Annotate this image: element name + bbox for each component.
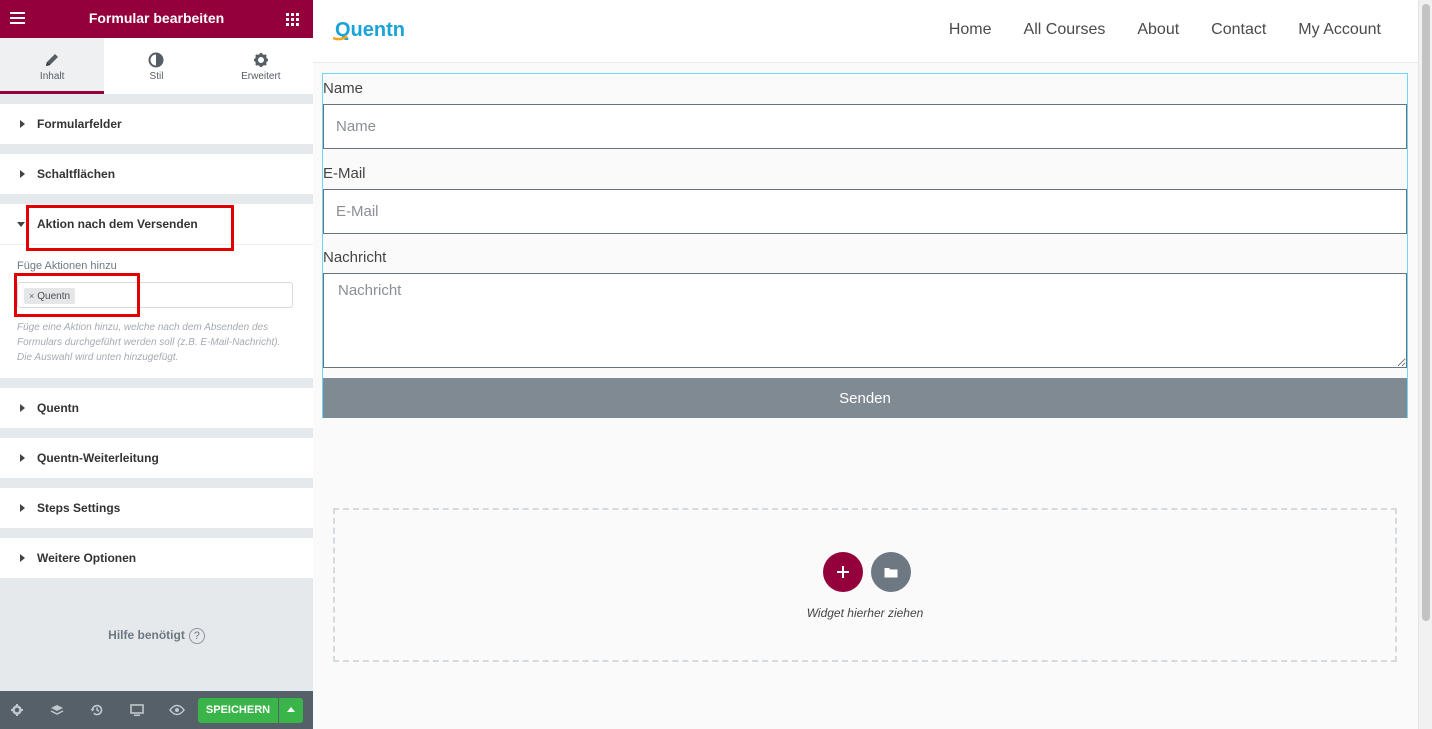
tab-label: Erweitert bbox=[241, 71, 281, 82]
section-title: Weitere Optionen bbox=[37, 551, 137, 565]
widget-dropzone[interactable]: Widget hierher ziehen bbox=[333, 508, 1397, 662]
help-link[interactable]: Hilfe benötigt? bbox=[0, 628, 313, 644]
section-formularfelder[interactable]: Formularfelder bbox=[0, 104, 313, 144]
section-actions-body: Füge Aktionen hinzu × Quentn Füge eine Ak… bbox=[0, 244, 313, 378]
section-title: Quentn bbox=[37, 401, 79, 415]
chip-label: Quentn bbox=[37, 291, 71, 302]
section-quentn[interactable]: Quentn bbox=[0, 388, 313, 428]
section-weitere-optionen[interactable]: Weitere Optionen bbox=[0, 538, 313, 578]
caret-right-icon bbox=[20, 120, 25, 128]
section-title: Formularfelder bbox=[37, 117, 122, 131]
section-title: Aktion nach dem Versenden bbox=[37, 217, 198, 231]
history-icon[interactable] bbox=[89, 702, 105, 718]
section-title: Schaltflächen bbox=[37, 167, 116, 181]
actions-description: Füge eine Aktion hinzu, welche nach dem … bbox=[17, 322, 281, 363]
question-icon: ? bbox=[188, 628, 205, 644]
layers-icon[interactable] bbox=[49, 702, 65, 718]
editor-panel: Formular bearbeiten Inhalt Stil Erweiter… bbox=[0, 0, 313, 729]
gear-icon bbox=[253, 53, 268, 67]
caret-right-icon bbox=[20, 170, 25, 178]
main-nav: Home All Courses About Contact My Accoun… bbox=[917, 21, 1381, 39]
email-field[interactable] bbox=[323, 189, 1407, 234]
help-label: Hilfe benötigt bbox=[108, 628, 185, 643]
action-chip-quentn: × Quentn bbox=[24, 288, 76, 304]
section-aktion-nach-versenden[interactable]: Aktion nach dem Versenden bbox=[0, 204, 313, 244]
panel-title: Formular bearbeiten bbox=[88, 10, 225, 26]
section-title: Steps Settings bbox=[37, 501, 121, 515]
scrollbar[interactable] bbox=[1418, 0, 1432, 729]
nav-all-courses[interactable]: All Courses bbox=[1024, 21, 1106, 39]
save-button[interactable]: SPEICHERN bbox=[198, 698, 278, 723]
caret-right-icon bbox=[20, 554, 25, 562]
widgets-grid-icon[interactable] bbox=[286, 13, 299, 26]
tab-inhalt[interactable]: Inhalt bbox=[0, 38, 105, 94]
name-label: Name bbox=[323, 80, 364, 97]
form-widget[interactable]: Name E-Mail Nachricht Senden bbox=[322, 73, 1408, 418]
tab-label: Inhalt bbox=[39, 71, 65, 82]
actions-select[interactable]: × Quentn bbox=[17, 282, 293, 308]
section-quentn-weiterleitung[interactable]: Quentn-Weiterleitung bbox=[0, 438, 313, 478]
remove-chip-icon[interactable]: × bbox=[29, 291, 34, 301]
email-label: E-Mail bbox=[323, 165, 366, 182]
nav-my-account[interactable]: My Account bbox=[1298, 21, 1381, 39]
section-steps-settings[interactable]: Steps Settings bbox=[0, 488, 313, 528]
folder-icon bbox=[884, 568, 898, 578]
panel-tabs: Inhalt Stil Erweitert bbox=[0, 38, 313, 94]
caret-right-icon bbox=[20, 454, 25, 462]
caret-right-icon bbox=[20, 504, 25, 512]
actions-field-label: Füge Aktionen hinzu bbox=[17, 260, 117, 272]
settings-icon[interactable] bbox=[9, 702, 25, 718]
pencil-icon bbox=[46, 54, 59, 66]
section-schaltflaechen[interactable]: Schaltflächen bbox=[0, 154, 313, 194]
eye-icon[interactable] bbox=[169, 702, 185, 718]
tab-label: Stil bbox=[149, 71, 164, 82]
template-library-button[interactable] bbox=[871, 552, 911, 592]
quentn-logo[interactable]: Quentn bbox=[333, 17, 413, 43]
tab-stil[interactable]: Stil bbox=[104, 38, 208, 94]
message-label: Nachricht bbox=[323, 249, 387, 266]
half-circle-icon bbox=[148, 52, 164, 68]
name-field[interactable] bbox=[323, 104, 1407, 149]
caret-down-icon bbox=[17, 222, 25, 227]
site-header: Quentn Home All Courses About Contact My… bbox=[313, 0, 1418, 63]
submit-button[interactable]: Senden bbox=[323, 378, 1407, 418]
panel-footer: SPEICHERN bbox=[0, 691, 313, 729]
nav-home[interactable]: Home bbox=[949, 21, 992, 39]
page-preview: Quentn Home All Courses About Contact My… bbox=[313, 0, 1418, 729]
section-title: Quentn-Weiterleitung bbox=[37, 451, 159, 465]
desktop-icon[interactable] bbox=[129, 702, 145, 718]
scrollbar-thumb[interactable] bbox=[1422, 4, 1430, 621]
save-options-button[interactable] bbox=[279, 698, 303, 723]
tab-erweitert[interactable]: Erweitert bbox=[209, 38, 313, 94]
caret-right-icon bbox=[20, 404, 25, 412]
nav-contact[interactable]: Contact bbox=[1211, 21, 1266, 39]
nav-about[interactable]: About bbox=[1137, 21, 1179, 39]
panel-header: Formular bearbeiten bbox=[0, 0, 313, 38]
dropzone-hint: Widget hierher ziehen bbox=[806, 606, 924, 620]
message-field[interactable] bbox=[323, 273, 1407, 368]
add-section-button[interactable] bbox=[823, 552, 863, 592]
